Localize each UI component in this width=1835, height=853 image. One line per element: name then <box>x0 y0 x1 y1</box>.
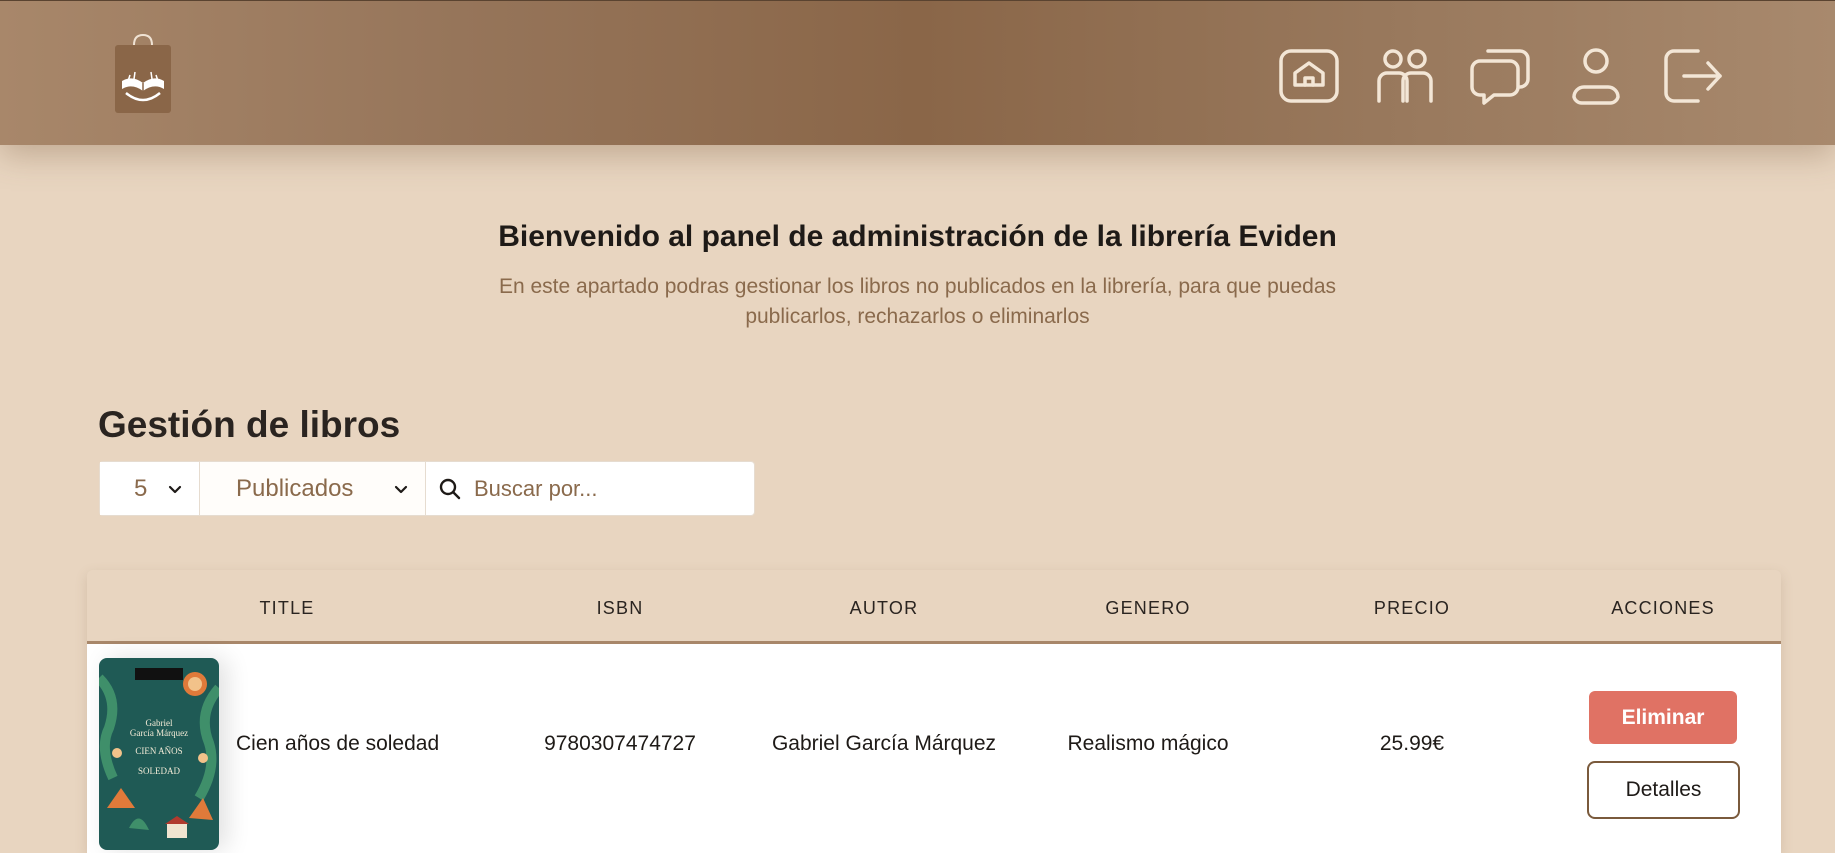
column-header-title: TITLE <box>259 598 315 618</box>
filter-bar: 5 Publicados <box>99 461 755 516</box>
logout-icon[interactable] <box>1660 45 1724 107</box>
chevron-down-icon <box>168 485 182 493</box>
delete-button[interactable]: Eliminar <box>1589 691 1737 744</box>
svg-text:Gabriel: Gabriel <box>146 718 173 728</box>
table-row: Gabriel García Márquez CIEN AÑOS SOLEDAD… <box>87 644 1781 853</box>
column-header-acciones: ACCIONES <box>1611 598 1715 618</box>
top-navbar <box>0 0 1835 145</box>
book-autor: Gabriel García Márquez <box>771 732 997 755</box>
page-size-select[interactable]: 5 <box>100 462 200 515</box>
section-title: Gestión de libros <box>98 404 401 445</box>
svg-text:CIEN AÑOS: CIEN AÑOS <box>135 746 182 756</box>
book-precio: 25.99€ <box>1379 732 1445 755</box>
column-header-precio: PRECIO <box>1373 598 1451 618</box>
svg-text:García Márquez: García Márquez <box>130 728 188 738</box>
search-box <box>426 462 754 515</box>
status-value: Publicados <box>236 474 354 502</box>
chevron-down-icon <box>394 485 408 493</box>
page-title: Bienvenido al panel de administración de… <box>498 220 1337 253</box>
status-select[interactable]: Publicados <box>200 462 426 515</box>
book-isbn: 9780307474727 <box>544 732 696 755</box>
column-header-genero: GENERO <box>1105 598 1191 618</box>
details-button[interactable]: Detalles <box>1587 761 1740 819</box>
messages-icon[interactable] <box>1468 45 1532 107</box>
search-input[interactable] <box>474 475 734 502</box>
book-cover-image: Gabriel García Márquez CIEN AÑOS SOLEDAD <box>99 658 219 850</box>
books-table: TITLE ISBN AUTOR GENERO PRECIO ACCIONES … <box>87 570 1781 853</box>
page-subtitle: En este apartado podras gestionar los li… <box>498 275 1337 328</box>
table-header: TITLE ISBN AUTOR GENERO PRECIO ACCIONES <box>87 570 1781 644</box>
svg-text:SOLEDAD: SOLEDAD <box>138 766 180 776</box>
user-icon[interactable] <box>1564 45 1628 107</box>
column-header-autor: AUTOR <box>849 598 919 618</box>
column-header-isbn: ISBN <box>596 598 644 618</box>
book-genero: Realismo mágico <box>1067 732 1229 755</box>
page-size-value: 5 <box>134 474 148 502</box>
bookstore-logo[interactable] <box>112 31 174 115</box>
users-icon[interactable] <box>1373 45 1437 107</box>
home-icon[interactable] <box>1277 45 1341 107</box>
search-icon <box>439 478 461 499</box>
book-title: Cien años de soledad <box>236 732 440 755</box>
